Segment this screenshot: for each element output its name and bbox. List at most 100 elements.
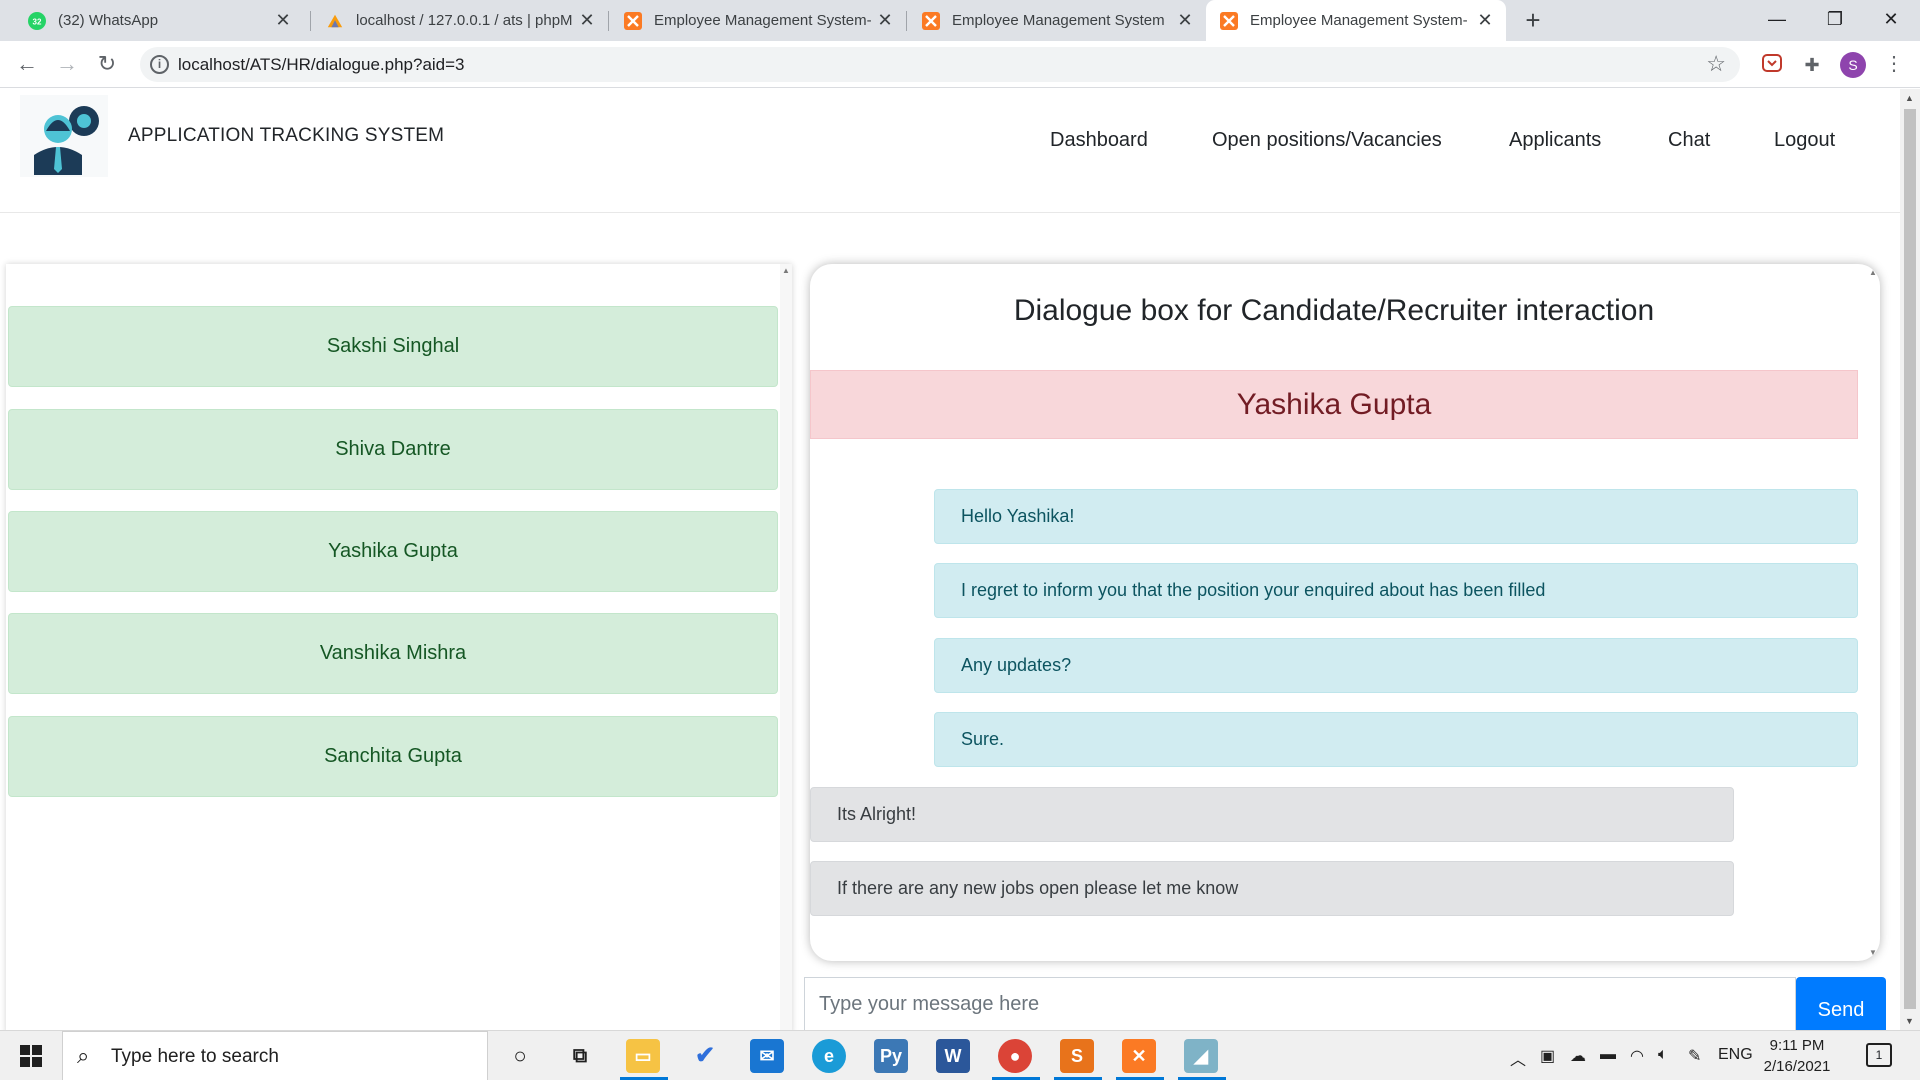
task-view-icon[interactable]: ⧉ bbox=[563, 1039, 597, 1073]
tab-phpmyadmin[interactable]: localhost / 127.0.0.1 / ats | phpM ✕ bbox=[312, 0, 608, 41]
word-icon[interactable]: W bbox=[936, 1039, 970, 1073]
scroll-up-arrow-icon[interactable]: ▲ bbox=[782, 266, 790, 275]
tab-title: localhost / 127.0.0.1 / ats | phpM bbox=[356, 12, 573, 29]
mail-icon[interactable]: ✉ bbox=[750, 1039, 784, 1073]
tab-employee-management-active[interactable]: Employee Management System- ✕ bbox=[1206, 0, 1506, 41]
candidate-list-panel: Sakshi Singhal Shiva Dantre Yashika Gupt… bbox=[6, 264, 792, 1030]
windows-taskbar: ⌕ Type here to search ○ ⧉ ▭ ✔ ✉ e Py W ●… bbox=[0, 1030, 1920, 1080]
restore-button[interactable]: ❐ bbox=[1806, 0, 1864, 41]
candidate-item[interactable]: Sakshi Singhal bbox=[8, 306, 778, 387]
close-tab-icon[interactable]: ✕ bbox=[1176, 10, 1194, 31]
close-tab-icon[interactable]: ✕ bbox=[274, 10, 292, 31]
forward-button[interactable]: → bbox=[50, 47, 84, 81]
browser-menu-icon[interactable]: ⋮ bbox=[1884, 51, 1904, 77]
tab-title: Employee Management System- bbox=[1250, 12, 1468, 29]
new-tab-button[interactable]: + bbox=[1518, 4, 1548, 36]
nav-applicants[interactable]: Applicants bbox=[1509, 129, 1601, 152]
volume-icon[interactable]: 🔈︎ bbox=[1658, 1046, 1668, 1064]
address-bar[interactable]: i localhost/ATS/HR/dialogue.php?aid=3 ☆ bbox=[140, 47, 1740, 82]
chrome-icon[interactable]: ● bbox=[998, 1039, 1032, 1073]
tab-separator bbox=[608, 11, 609, 31]
tab-separator bbox=[310, 11, 311, 31]
app-taskbar-icon[interactable]: ◢ bbox=[1184, 1039, 1218, 1073]
extensions-puzzle-icon[interactable]: ✚ bbox=[1800, 53, 1824, 77]
page-content: APPLICATION TRACKING SYSTEM Dashboard Op… bbox=[0, 89, 1900, 1030]
taskbar-search-placeholder: Type here to search bbox=[111, 1046, 279, 1067]
page-scrollbar[interactable]: ▲ ▼ bbox=[1900, 89, 1920, 1030]
svg-text:32: 32 bbox=[33, 17, 42, 26]
url-text: localhost/ATS/HR/dialogue.php?aid=3 bbox=[178, 55, 465, 74]
site-header: APPLICATION TRACKING SYSTEM Dashboard Op… bbox=[0, 89, 1900, 213]
site-info-icon[interactable]: i bbox=[150, 55, 169, 74]
python-icon[interactable]: Py bbox=[874, 1039, 908, 1073]
xampp-icon bbox=[1220, 11, 1238, 30]
candidate-item[interactable]: Vanshika Mishra bbox=[8, 613, 778, 694]
nav-dashboard[interactable]: Dashboard bbox=[1050, 129, 1148, 152]
tab-whatsapp[interactable]: 32 (32) WhatsApp ✕ bbox=[14, 0, 304, 41]
wifi-icon[interactable]: ◠ bbox=[1630, 1046, 1644, 1066]
bookmark-star-icon[interactable]: ☆ bbox=[1706, 51, 1726, 77]
notification-count-badge: 1 bbox=[1875, 1048, 1883, 1062]
app-logo[interactable] bbox=[20, 95, 108, 177]
candidate-list-scrollbar[interactable]: ▲ bbox=[780, 264, 792, 1030]
windows-logo-icon bbox=[20, 1045, 42, 1067]
reload-button[interactable]: ↻ bbox=[90, 47, 124, 81]
edge-browser-icon[interactable]: e bbox=[812, 1039, 846, 1073]
search-icon: ⌕ bbox=[77, 1043, 90, 1068]
meet-now-icon[interactable]: ▣ bbox=[1540, 1046, 1555, 1066]
close-tab-icon[interactable]: ✕ bbox=[876, 10, 894, 31]
battery-icon[interactable]: ▬ bbox=[1600, 1046, 1616, 1064]
language-indicator[interactable]: ENG bbox=[1718, 1046, 1753, 1064]
message-sent: Hello Yashika! bbox=[934, 489, 1858, 544]
message-input[interactable] bbox=[804, 977, 1796, 1030]
dialogue-scrollbar[interactable]: ▲ ▼ bbox=[1866, 264, 1880, 961]
contact-name-banner: Yashika Gupta bbox=[810, 370, 1858, 439]
scroll-down-arrow-icon[interactable]: ▼ bbox=[1869, 948, 1877, 957]
send-button[interactable]: Send bbox=[1796, 977, 1886, 1030]
scroll-up-arrow-icon[interactable]: ▲ bbox=[1869, 268, 1877, 277]
message-sent: I regret to inform you that the position… bbox=[934, 563, 1858, 618]
app-title: APPLICATION TRACKING SYSTEM bbox=[128, 125, 445, 146]
file-explorer-icon[interactable]: ▭ bbox=[626, 1039, 660, 1073]
nav-logout[interactable]: Logout bbox=[1774, 129, 1835, 152]
tab-employee-management-1[interactable]: Employee Management System- ✕ bbox=[610, 0, 906, 41]
profile-avatar[interactable]: S bbox=[1840, 52, 1866, 78]
scrollbar-thumb[interactable] bbox=[1904, 109, 1916, 1009]
pocket-extension-icon[interactable] bbox=[1760, 53, 1784, 77]
browser-toolbar: ← → ↻ i localhost/ATS/HR/dialogue.php?ai… bbox=[0, 41, 1920, 88]
sublime-text-icon[interactable]: S bbox=[1060, 1039, 1094, 1073]
notification-center-icon[interactable]: 1 bbox=[1866, 1043, 1892, 1067]
xampp-icon bbox=[624, 11, 642, 30]
message-received: If there are any new jobs open please le… bbox=[810, 861, 1734, 916]
todo-checkmark-icon[interactable]: ✔ bbox=[688, 1039, 722, 1073]
close-window-button[interactable]: ✕ bbox=[1862, 0, 1920, 41]
scroll-up-arrow-icon[interactable]: ▲ bbox=[1905, 93, 1914, 103]
xampp-taskbar-icon[interactable]: ✕ bbox=[1122, 1039, 1156, 1073]
onedrive-cloud-icon[interactable]: ☁ bbox=[1570, 1046, 1586, 1066]
clock-time: 9:11 PM bbox=[1769, 1037, 1825, 1054]
whatsapp-icon: 32 bbox=[28, 11, 46, 30]
cortana-icon[interactable]: ○ bbox=[503, 1039, 537, 1073]
tab-title: (32) WhatsApp bbox=[58, 12, 159, 29]
tab-title: Employee Management System- bbox=[654, 12, 872, 29]
show-hidden-icons-icon[interactable]: ︿ bbox=[1510, 1046, 1526, 1070]
minimize-button[interactable]: — bbox=[1748, 0, 1806, 41]
nav-open-positions[interactable]: Open positions/Vacancies bbox=[1212, 129, 1442, 152]
back-button[interactable]: ← bbox=[10, 47, 44, 81]
taskbar-search-box[interactable]: ⌕ Type here to search bbox=[62, 1031, 488, 1080]
candidate-item[interactable]: Shiva Dantre bbox=[8, 409, 778, 490]
nav-chat[interactable]: Chat bbox=[1668, 129, 1710, 152]
close-tab-icon[interactable]: ✕ bbox=[1476, 10, 1494, 31]
candidate-item[interactable]: Yashika Gupta bbox=[8, 511, 778, 592]
windows-start-button[interactable] bbox=[0, 1031, 62, 1080]
close-tab-icon[interactable]: ✕ bbox=[578, 10, 596, 31]
scroll-down-arrow-icon[interactable]: ▼ bbox=[1905, 1016, 1914, 1026]
tab-employee-management-2[interactable]: Employee Management System ✕ bbox=[908, 0, 1206, 41]
message-sent: Sure. bbox=[934, 712, 1858, 767]
candidate-item[interactable]: Sanchita Gupta bbox=[8, 716, 778, 797]
system-clock[interactable]: 9:11 PM 2/16/2021 bbox=[1752, 1035, 1842, 1077]
dialogue-panel: Dialogue box for Candidate/Recruiter int… bbox=[810, 264, 1880, 961]
tab-separator bbox=[906, 11, 907, 31]
pen-workspace-icon[interactable]: ✎ bbox=[1688, 1046, 1701, 1066]
message-received: Its Alright! bbox=[810, 787, 1734, 842]
